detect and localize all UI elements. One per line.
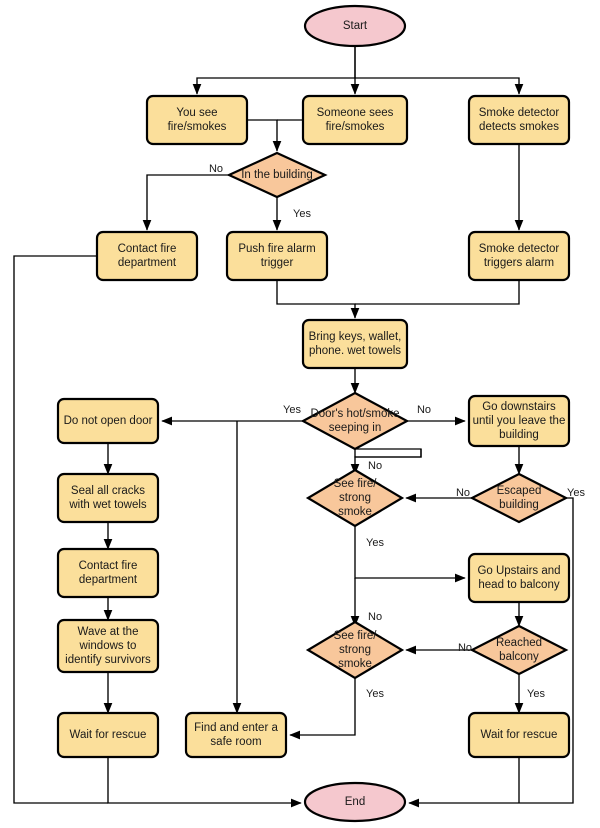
node-reached_balcony[interactable]: Reached balcony xyxy=(469,624,569,676)
node-contact_fire_2[interactable]: Contact fire department xyxy=(56,547,160,599)
process-shape xyxy=(225,230,329,282)
edge-label-no-door-hot: No xyxy=(417,404,431,416)
node-see_fire_1[interactable]: See fire/strong smoke xyxy=(305,468,405,528)
node-label: Do not open door xyxy=(64,415,153,427)
node-push_alarm[interactable]: Push fire alarm trigger xyxy=(225,230,329,282)
edge-label-yes-see-fire-2: Yes xyxy=(366,688,384,700)
edge-label-yes-door-hot: Yes xyxy=(283,404,301,416)
node-someone_sees[interactable]: Someone sees fire/smokes xyxy=(301,94,409,146)
edge-see-fire-2-yes xyxy=(289,678,356,740)
process-shape xyxy=(467,552,571,604)
edge-label-no-escaped: No xyxy=(456,487,470,499)
node-seal_cracks[interactable]: Seal all cracks with wet towels xyxy=(56,472,160,524)
edge-in-building-no xyxy=(142,174,229,231)
node-wave_windows[interactable]: Wave at the windows to identify survivors xyxy=(56,618,160,674)
flowchart-diagram: Start You see fire/smokes Someone sees fire/… xyxy=(13,4,585,823)
edge-start-to-you-see xyxy=(192,46,356,95)
node-end[interactable]: End xyxy=(303,781,407,823)
process-shape xyxy=(301,318,409,370)
decision-shape xyxy=(469,624,569,676)
node-label: End xyxy=(345,796,365,808)
process-shape xyxy=(467,94,571,146)
node-door_hot[interactable]: Door's hot/smoke seeping in xyxy=(300,391,410,451)
node-bring_keys[interactable]: Bring keys, wallet, phone. wet towels xyxy=(301,318,409,370)
node-safe_room[interactable]: Find and enter a safe room xyxy=(184,711,288,759)
node-label: In the building xyxy=(241,169,313,181)
edge-label-no-in-building: No xyxy=(209,163,223,175)
node-detector_alarm[interactable]: Smoke detector triggers alarm xyxy=(467,230,571,282)
process-shape xyxy=(145,94,249,146)
node-contact_fire_1[interactable]: Contact fire department xyxy=(95,230,199,282)
node-label: Wait for rescue xyxy=(70,729,147,741)
edge-label-no-see-fire-2: No xyxy=(368,611,382,623)
edge-label-no-see-fire-1: No xyxy=(368,460,382,472)
edge-label-yes-see-fire-1: Yes xyxy=(366,537,384,549)
edge-you-see-to-in-building xyxy=(247,119,282,152)
node-you_see[interactable]: You see fire/smokes xyxy=(145,94,249,146)
process-shape xyxy=(184,711,288,759)
edge-label-yes-reached: Yes xyxy=(527,688,545,700)
edge-no-branch-see-fire-1 xyxy=(350,449,422,475)
node-smoke_detector[interactable]: Smoke detector detects smokes xyxy=(467,94,571,146)
node-go_upstairs[interactable]: Go Upstairs and head to balcony xyxy=(467,552,571,604)
edge-label-no-reached: No xyxy=(458,642,472,654)
process-shape xyxy=(301,94,409,146)
node-see_fire_2[interactable]: See fire/strong smoke xyxy=(305,620,405,680)
process-shape xyxy=(467,230,571,282)
node-label: See fire/strong smoke xyxy=(334,630,378,670)
process-shape xyxy=(95,230,199,282)
decision-shape xyxy=(469,472,569,524)
process-shape xyxy=(56,472,160,524)
edge-start-to-smoke-detector xyxy=(355,77,524,95)
node-wait_rescue_1[interactable]: Wait for rescue xyxy=(56,711,160,759)
node-escaped[interactable]: Escaped building xyxy=(469,472,569,524)
node-do_not_open[interactable]: Do not open door xyxy=(56,397,160,445)
node-label: Start xyxy=(343,20,368,32)
edge-see-fire-1-yes xyxy=(354,526,466,583)
node-start[interactable]: Start xyxy=(303,4,407,48)
edge-push-alarm-to-bring xyxy=(276,280,360,319)
decision-shape xyxy=(300,391,410,451)
process-shape xyxy=(56,547,160,599)
edge-label-yes-in-building: Yes xyxy=(293,208,311,220)
node-go_downstairs[interactable]: Go downstairs until you leave the building xyxy=(467,394,571,448)
edge-door-hot-down-to-see1 xyxy=(354,448,422,458)
node-in_building[interactable]: In the building xyxy=(226,151,328,199)
edge-detector-alarm-to-bring xyxy=(355,280,520,305)
node-wait_rescue_2[interactable]: Wait for rescue xyxy=(467,711,571,759)
nodes-layer: Start You see fire/smokes Someone sees fire/… xyxy=(56,4,571,823)
node-label: Wait for rescue xyxy=(481,729,558,741)
node-label: See fire/strong smoke xyxy=(334,478,378,518)
edge-label-yes-escaped: Yes xyxy=(567,487,585,499)
edge-wait-rescue-1-to-end xyxy=(107,757,302,808)
